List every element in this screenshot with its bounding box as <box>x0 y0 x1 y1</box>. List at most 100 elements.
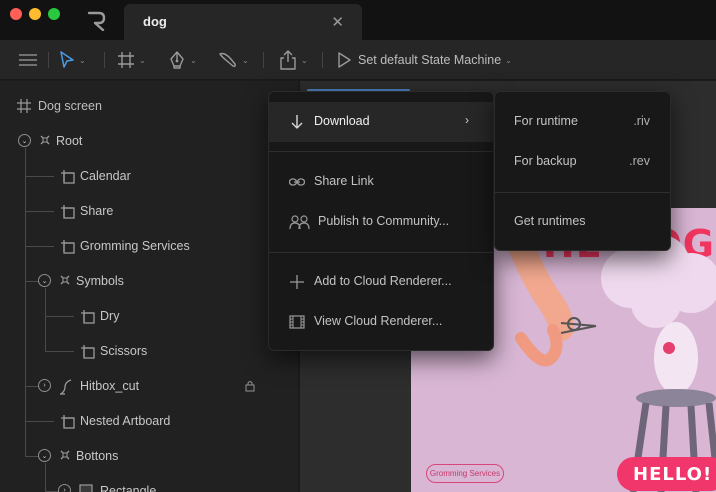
collapse-toggle-icon[interactable]: ⌄ <box>38 449 51 462</box>
menu-item-label: Publish to Community... <box>318 214 450 228</box>
export-icon <box>280 50 296 70</box>
minimize-window-button[interactable] <box>29 8 41 20</box>
tree-connector <box>25 456 39 457</box>
collapse-toggle-icon[interactable]: ⌄ <box>38 274 51 287</box>
hello-badge-art: HELLO! <box>617 457 716 491</box>
chevron-down-icon: ⌄ <box>79 55 86 65</box>
layer-label: Share <box>80 204 114 218</box>
layer-label: Nested Artboard <box>80 414 171 428</box>
layer-row[interactable]: Nested Artboard <box>0 404 298 439</box>
rectangle-icon <box>79 484 93 492</box>
tree-connector <box>25 421 54 422</box>
submenu-item-for-runtime[interactable]: For runtime .riv <box>495 102 670 142</box>
menu-item-add-cloud-renderer[interactable]: Add to Cloud Renderer... <box>269 262 493 302</box>
download-submenu: For runtime .riv For backup .rev Get run… <box>494 91 671 251</box>
menu-item-share-link[interactable]: Share Link <box>269 162 493 202</box>
export-button[interactable]: ⌄ <box>279 40 308 80</box>
chevron-down-icon: ⌄ <box>242 55 249 65</box>
toolbar: ⌄ ⌄ ⌄ ⌄ ⌄ Set default State Machine ⌄ <box>0 40 716 80</box>
layer-row[interactable]: Calendar <box>0 159 298 194</box>
layer-label: Rectangle <box>100 484 157 492</box>
path-icon <box>59 379 73 398</box>
tree-connector <box>45 351 74 352</box>
submenu-item-for-backup[interactable]: For backup .rev <box>495 142 670 182</box>
select-tool-button[interactable]: ⌄ <box>59 40 86 80</box>
tree-connector <box>25 176 54 177</box>
file-extension: .riv <box>633 114 650 128</box>
expand-toggle-icon[interactable]: › <box>58 484 71 492</box>
tree-guide-line <box>45 463 46 492</box>
pen-tool-icon <box>170 51 184 69</box>
tree-guide-line <box>45 288 46 352</box>
document-tab[interactable]: dog ✕ <box>124 4 362 40</box>
brush-tool-button[interactable]: ⌄ <box>218 40 249 80</box>
community-icon <box>289 215 310 230</box>
export-dropdown-menu: Download › Share Link Publish to Communi… <box>268 91 494 351</box>
document-tab-title: dog <box>143 14 167 29</box>
rive-logo-icon[interactable] <box>86 11 108 31</box>
menu-item-label: View Cloud Renderer... <box>314 314 443 328</box>
tree-connector <box>25 281 39 282</box>
menu-item-publish-community[interactable]: Publish to Community... <box>269 202 493 242</box>
artboard-tool-button[interactable]: ⌄ <box>117 40 146 80</box>
close-window-button[interactable] <box>10 8 22 20</box>
select-pointer-icon <box>60 51 74 68</box>
hierarchy-panel: Dog screen ⌄ Root Calendar Share Gromming Se… <box>0 81 298 492</box>
frame-icon <box>60 204 76 223</box>
plus-icon <box>290 275 304 289</box>
submenu-item-get-runtimes[interactable]: Get runtimes <box>495 202 670 242</box>
collapse-toggle-icon[interactable]: ⌄ <box>18 134 31 147</box>
arrow-down-icon <box>291 115 303 129</box>
file-extension: .rev <box>629 154 650 168</box>
layer-label: Calendar <box>80 169 131 183</box>
layer-label: Scissors <box>100 344 148 358</box>
lock-icon[interactable] <box>245 380 255 395</box>
frame-icon <box>60 169 76 188</box>
layer-label: Root <box>56 134 83 148</box>
menu-item-label: Add to Cloud Renderer... <box>314 274 452 288</box>
expand-toggle-icon[interactable]: › <box>38 379 51 392</box>
paint-brush-icon <box>219 52 236 67</box>
film-icon <box>289 315 305 329</box>
menu-item-view-cloud-renderer[interactable]: View Cloud Renderer... <box>269 302 493 342</box>
pen-tool-button[interactable]: ⌄ <box>168 40 197 80</box>
artboard-name: Dog screen <box>38 99 102 113</box>
group-icon <box>59 274 71 289</box>
artboard-header[interactable]: Dog screen <box>0 81 298 119</box>
chevron-down-icon: ⌄ <box>505 55 512 65</box>
zoom-window-button[interactable] <box>48 8 60 20</box>
layer-row[interactable]: › Hitbox_cut <box>0 369 298 404</box>
layer-label: Symbols <box>76 274 124 288</box>
menu-divider <box>269 252 493 253</box>
title-bar: dog ✕ <box>0 0 716 40</box>
group-icon <box>39 134 51 149</box>
chevron-down-icon: ⌄ <box>139 55 146 65</box>
artboard-frame-icon <box>17 99 31 113</box>
toolbar-divider <box>263 52 264 68</box>
layer-label: Hitbox_cut <box>80 379 140 393</box>
state-machine-button[interactable]: Set default State Machine ⌄ <box>337 40 512 80</box>
link-icon <box>289 178 305 186</box>
menu-divider <box>495 192 670 193</box>
menu-button[interactable] <box>18 40 38 80</box>
menu-item-download[interactable]: Download › <box>269 102 493 142</box>
frame-icon <box>80 309 96 328</box>
layer-row[interactable]: Share <box>0 194 298 229</box>
toolbar-divider <box>104 52 105 68</box>
layer-row[interactable]: ⌄ Root <box>0 124 298 159</box>
artboard-frame-icon <box>118 52 134 68</box>
close-tab-icon[interactable]: ✕ <box>331 13 344 31</box>
submenu-item-label: For backup <box>514 154 577 168</box>
layer-label: Gromming Services <box>80 239 190 253</box>
menu-item-label: Share Link <box>314 174 374 188</box>
group-icon <box>59 449 71 464</box>
layer-row[interactable]: Gromming Services <box>0 229 298 264</box>
layer-label: Dry <box>100 309 120 323</box>
menu-item-label: Download <box>314 114 370 128</box>
menu-divider <box>269 151 493 152</box>
tree-connector <box>25 246 54 247</box>
submenu-item-label: Get runtimes <box>514 214 586 228</box>
frame-icon <box>80 344 96 363</box>
toolbar-divider <box>48 52 49 68</box>
toolbar-divider <box>322 52 323 68</box>
